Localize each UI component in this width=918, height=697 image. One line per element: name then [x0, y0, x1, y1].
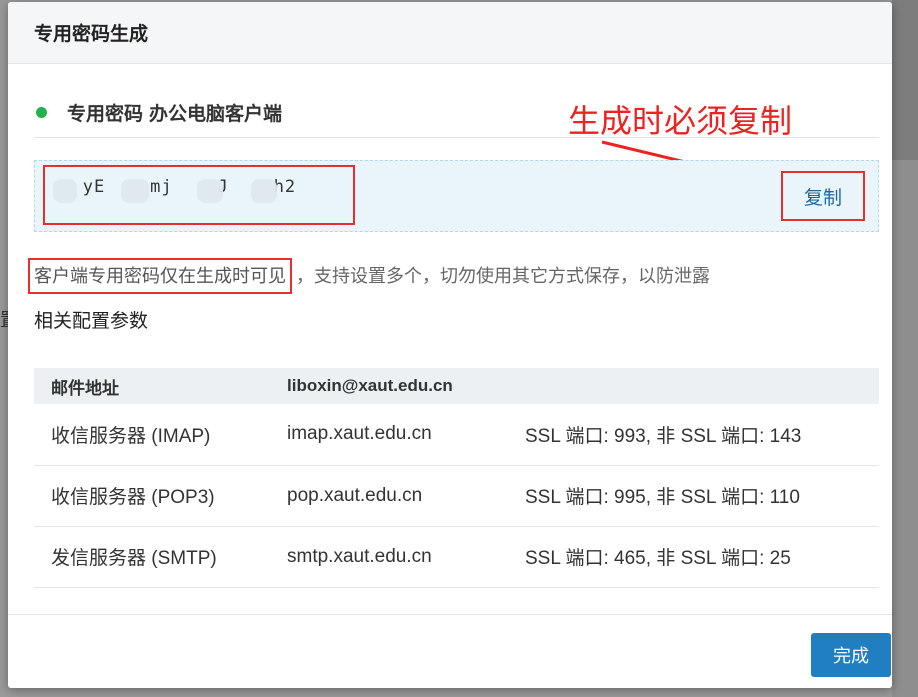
section-title-sub: 办公电脑客户端 — [149, 104, 283, 125]
modal-header: 专用密码生成 — [8, 2, 892, 64]
password-blur-mask — [197, 179, 223, 203]
status-dot-icon — [36, 107, 47, 118]
header-extra — [525, 368, 879, 404]
section-title-main: 专用密码 — [67, 104, 144, 125]
backdrop-text-fragment: 置 — [0, 306, 8, 330]
server-host: imap.xaut.edu.cn — [287, 423, 432, 445]
server-type: 收信服务器 (POP3) — [51, 487, 215, 508]
header-label: 邮件地址 — [51, 378, 119, 398]
section-title: 专用密码 办公电脑客户端 — [67, 99, 282, 126]
notice-highlight: 客户端专用密码仅在生成时可见 — [28, 258, 292, 294]
server-type: 发信服务器 (SMTP) — [51, 548, 217, 569]
password-blur-mask — [53, 179, 77, 203]
table-row: 收信服务器 (POP3) pop.xaut.edu.cn SSL 端口: 995… — [34, 465, 879, 526]
server-host: smtp.xaut.edu.cn — [287, 545, 432, 567]
server-ports: SSL 端口: 465, 非 SSL 端口: 25 — [525, 548, 791, 569]
config-title: 相关配置参数 — [34, 311, 149, 332]
password-blur-mask — [251, 179, 277, 203]
table-header-row: 邮件地址 liboxin@xaut.edu.cn — [34, 368, 879, 404]
table-row: 收信服务器 (IMAP) imap.xaut.edu.cn SSL 端口: 99… — [34, 404, 879, 465]
modal-footer: 完成 — [8, 614, 892, 688]
password-notice: 客户端专用密码仅在生成时可见 ，支持设置多个，切勿使用其它方式保存，以防泄露 — [28, 258, 710, 294]
table-row: 发信服务器 (SMTP) smtp.xaut.edu.cn SSL 端口: 46… — [34, 526, 879, 587]
annotation-label: 生成时必须复制 — [568, 103, 793, 139]
notice-rest: ，支持设置多个，切勿使用其它方式保存，以防泄露 — [296, 266, 710, 286]
server-ports: SSL 端口: 995, 非 SSL 端口: 110 — [525, 487, 800, 508]
backdrop-strip — [892, 0, 918, 160]
copy-button[interactable]: 复制 — [781, 171, 865, 221]
config-table: 邮件地址 liboxin@xaut.edu.cn 收信服务器 (IMAP) im… — [34, 368, 879, 588]
server-host: pop.xaut.edu.cn — [287, 484, 423, 506]
password-box: yE mj J h2 复制 — [34, 160, 879, 232]
password-modal: 专用密码生成 专用密码 办公电脑客户端 生成时必须复制 yE mj J h2 复制… — [8, 2, 892, 688]
done-button[interactable]: 完成 — [811, 633, 891, 677]
modal-title: 专用密码生成 — [34, 24, 149, 45]
server-ports: SSL 端口: 993, 非 SSL 端口: 143 — [525, 425, 802, 447]
header-email: liboxin@xaut.edu.cn — [287, 376, 453, 395]
password-blur-mask — [121, 179, 149, 203]
server-type: 收信服务器 (IMAP) — [51, 425, 211, 447]
